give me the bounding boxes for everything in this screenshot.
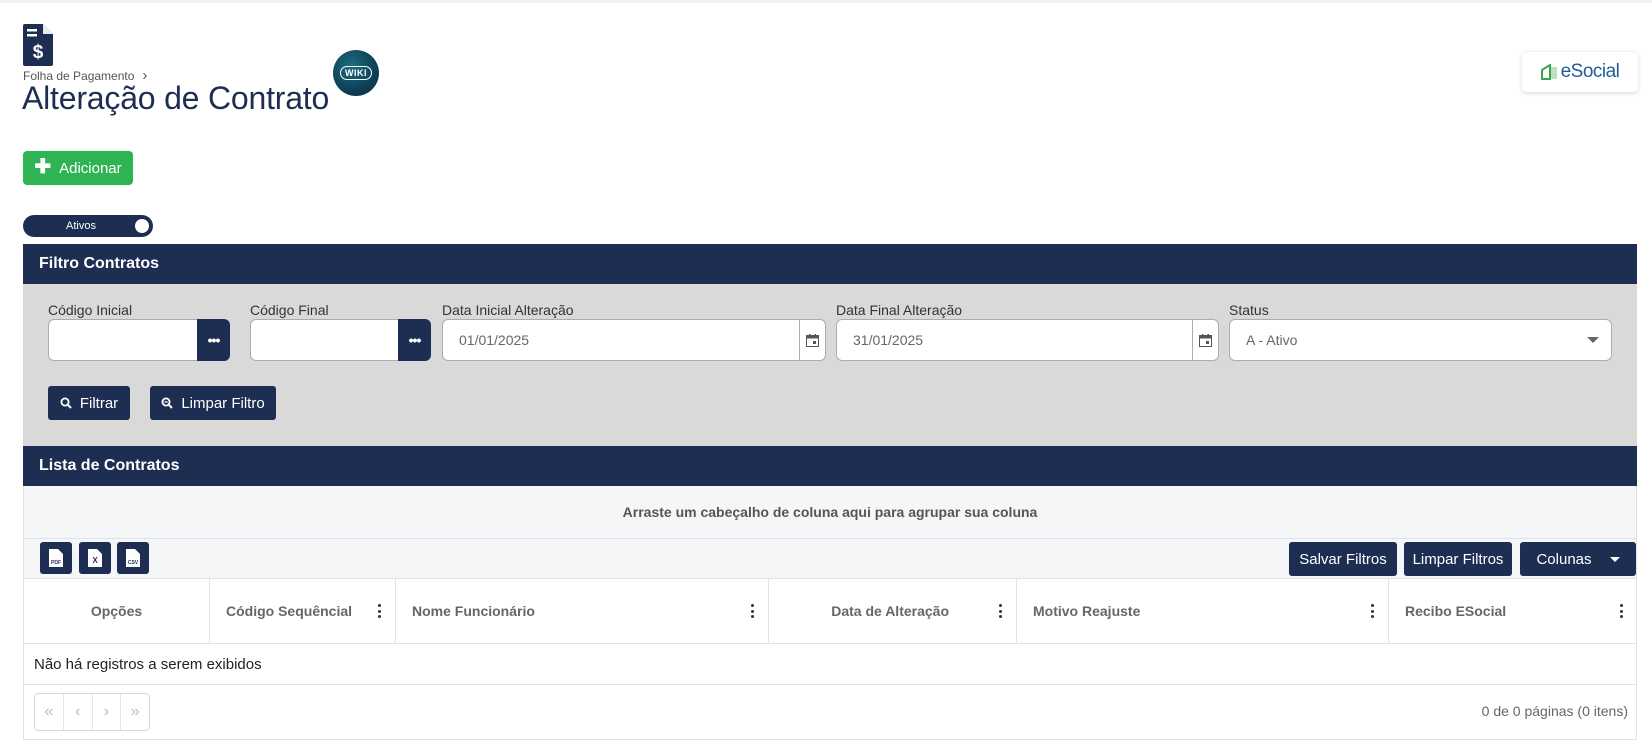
- svg-text:$: $: [33, 42, 44, 63]
- filter-button-label: Filtrar: [79, 394, 119, 412]
- columns-dropdown-button[interactable]: Colunas: [1520, 542, 1636, 576]
- pager-prev-button[interactable]: ‹: [64, 694, 93, 730]
- more-dots-icon: •••: [207, 332, 221, 348]
- data-inicial-label: Data Inicial Alteração: [442, 302, 574, 318]
- column-menu-icon[interactable]: [1371, 604, 1374, 618]
- column-header-opcoes[interactable]: Opções: [24, 579, 210, 643]
- column-header-data-alteracao[interactable]: Data de Alteração: [769, 579, 1017, 643]
- zoom-out-icon: [161, 397, 174, 409]
- wiki-label: WIKI: [340, 66, 372, 80]
- toggle-knob: [135, 219, 149, 233]
- pager-info: 0 de 0 páginas (0 itens): [1481, 703, 1628, 719]
- column-header-label: Nome Funcionário: [412, 603, 535, 619]
- column-menu-icon[interactable]: [751, 604, 754, 618]
- column-header-label: Data de Alteração: [831, 603, 949, 619]
- filter-panel-header: Filtro Contratos: [23, 244, 1637, 284]
- empty-message-row: Não há registros a serem exibidos: [23, 644, 1637, 685]
- esocial-button[interactable]: eSocial: [1522, 52, 1638, 92]
- pdf-file-icon: PDF: [49, 549, 63, 567]
- list-panel-header: Lista de Contratos: [23, 446, 1637, 486]
- active-toggle[interactable]: Ativos: [23, 215, 153, 237]
- add-button-label: Adicionar: [59, 159, 122, 177]
- clear-filter-button[interactable]: Limpar Filtro: [150, 386, 276, 420]
- page-title: Alteração de Contrato: [22, 80, 330, 116]
- data-final-value: 31/01/2025: [853, 332, 924, 348]
- esocial-logo-icon: [1540, 64, 1557, 80]
- csv-file-icon: CSV: [126, 549, 140, 567]
- group-hint: Arraste um cabeçalho de coluna aqui para…: [622, 504, 1038, 520]
- calendar-icon[interactable]: [799, 320, 825, 360]
- status-value: A - Ativo: [1246, 332, 1298, 348]
- data-inicial-value: 01/01/2025: [459, 332, 530, 348]
- codigo-final-input[interactable]: [250, 319, 401, 361]
- export-pdf-label: PDF: [51, 560, 61, 566]
- column-header-motivo-reajuste[interactable]: Motivo Reajuste: [1017, 579, 1389, 643]
- pager-nav: « ‹ › »: [34, 693, 150, 731]
- codigo-inicial-input[interactable]: [48, 319, 200, 361]
- empty-message: Não há registros a serem exibidos: [34, 655, 262, 673]
- codigo-final-lookup-button[interactable]: •••: [398, 319, 431, 361]
- group-drop-area[interactable]: Arraste um cabeçalho de coluna aqui para…: [23, 486, 1637, 538]
- data-final-input[interactable]: 31/01/2025: [836, 319, 1219, 361]
- column-header-nome-funcionario[interactable]: Nome Funcionário: [396, 579, 769, 643]
- clear-filters-label: Limpar Filtros: [1412, 550, 1504, 568]
- export-excel-label: X: [92, 556, 98, 565]
- export-pdf-button[interactable]: PDF: [40, 542, 72, 574]
- status-label: Status: [1229, 302, 1269, 318]
- codigo-inicial-lookup-button[interactable]: •••: [197, 319, 230, 361]
- column-header-label: Opções: [90, 603, 143, 619]
- status-select[interactable]: A - Ativo: [1229, 319, 1612, 361]
- codigo-inicial-label: Código Inicial: [48, 302, 133, 318]
- list-panel-title: Lista de Contratos: [39, 457, 180, 474]
- codigo-final-label: Código Final: [250, 302, 329, 318]
- export-csv-label: CSV: [128, 560, 139, 566]
- pager: « ‹ › » 0 de 0 páginas (0 itens): [23, 685, 1637, 740]
- data-final-label: Data Final Alteração: [836, 302, 963, 318]
- column-header-label: Motivo Reajuste: [1033, 603, 1141, 619]
- column-menu-icon[interactable]: [999, 604, 1002, 618]
- data-inicial-input[interactable]: 01/01/2025: [442, 319, 826, 361]
- column-header-recibo-esocial[interactable]: Recibo ESocial: [1389, 579, 1637, 643]
- column-menu-icon[interactable]: [378, 604, 381, 618]
- column-header-label: Código Sequêncial: [226, 603, 353, 619]
- export-excel-button[interactable]: X: [79, 542, 111, 574]
- active-toggle-label: Ativos: [66, 220, 96, 232]
- add-button[interactable]: ✚ Adicionar: [23, 151, 133, 185]
- column-header-codigo-sequencial[interactable]: Código Sequêncial: [210, 579, 396, 643]
- filter-panel-title: Filtro Contratos: [39, 255, 159, 272]
- top-border: [0, 0, 1652, 3]
- pager-first-button[interactable]: «: [35, 694, 64, 730]
- wiki-button[interactable]: WIKI: [333, 50, 379, 96]
- column-menu-icon[interactable]: [1620, 604, 1623, 618]
- caret-down-icon: [1609, 556, 1620, 562]
- search-icon: [60, 397, 72, 409]
- save-filters-label: Salvar Filtros: [1299, 550, 1387, 568]
- chevron-down-icon: [1587, 337, 1599, 343]
- clear-filters-button[interactable]: Limpar Filtros: [1404, 542, 1512, 576]
- plus-icon: ✚: [34, 156, 52, 178]
- pager-last-button[interactable]: »: [121, 694, 149, 730]
- esocial-label: eSocial: [1560, 61, 1620, 82]
- grid-header: Opções Código Sequêncial Nome Funcionári…: [23, 579, 1637, 644]
- payroll-document-icon: $: [23, 24, 53, 66]
- filter-button[interactable]: Filtrar: [48, 386, 130, 420]
- column-header-label: Recibo ESocial: [1405, 603, 1507, 619]
- calendar-icon[interactable]: [1192, 320, 1218, 360]
- clear-filter-button-label: Limpar Filtro: [181, 394, 265, 412]
- export-csv-button[interactable]: CSV: [117, 542, 149, 574]
- more-dots-icon: •••: [408, 332, 422, 348]
- excel-file-icon: X: [88, 549, 102, 567]
- pager-next-button[interactable]: ›: [93, 694, 122, 730]
- columns-label: Colunas: [1536, 550, 1592, 568]
- save-filters-button[interactable]: Salvar Filtros: [1289, 542, 1397, 576]
